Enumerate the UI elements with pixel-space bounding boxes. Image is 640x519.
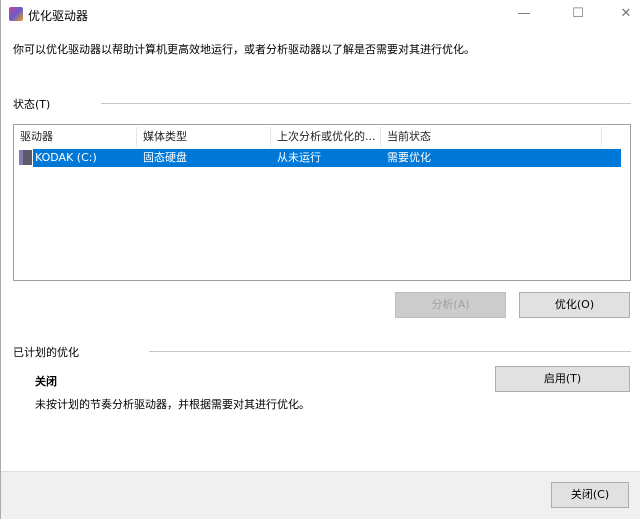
current-status: 需要优化 [387,151,431,164]
divider [149,351,631,352]
window-title: 优化驱动器 [28,9,89,23]
analyze-button[interactable]: 分析(A) [395,292,506,318]
table-row[interactable]: KODAK (C:) 固态硬盘 从未运行 需要优化 [33,149,621,167]
last-run: 从未运行 [277,151,321,164]
column-header-media-type[interactable]: 媒体类型 [137,127,271,147]
column-header-last-run[interactable]: 上次分析或优化的... [271,127,381,147]
minimize-button[interactable]: — [509,4,539,24]
divider [101,103,631,104]
close-button[interactable]: 关闭(C) [551,482,629,508]
status-section-label: 状态(T) [13,98,51,111]
footer: 关闭(C) [1,471,640,519]
scheduled-state: 关闭 [35,375,57,388]
close-window-button[interactable]: ✕ [611,4,640,24]
defrag-app-icon [9,7,23,21]
drive-name: KODAK (C:) [35,151,97,164]
enable-button[interactable]: 启用(T) [495,366,630,392]
scheduled-section-label: 已计划的优化 [13,346,79,359]
column-header-drive[interactable]: 驱动器 [14,127,137,147]
maximize-button[interactable]: ☐ [563,4,593,24]
drive-list[interactable]: 驱动器 媒体类型 上次分析或优化的... 当前状态 KODAK (C:) 固态硬… [13,124,631,281]
scheduled-detail: 未按计划的节奏分析驱动器，并根据需要对其进行优化。 [35,398,310,411]
title-bar: 优化驱动器 — ☐ ✕ [1,0,640,28]
media-type: 固态硬盘 [143,151,187,164]
optimize-button[interactable]: 优化(O) [519,292,630,318]
description: 你可以优化驱动器以帮助计算机更高效地运行，或者分析驱动器以了解是否需要对其进行优… [13,43,475,56]
drive-icon [19,150,32,165]
column-header-current-status[interactable]: 当前状态 [381,127,602,147]
